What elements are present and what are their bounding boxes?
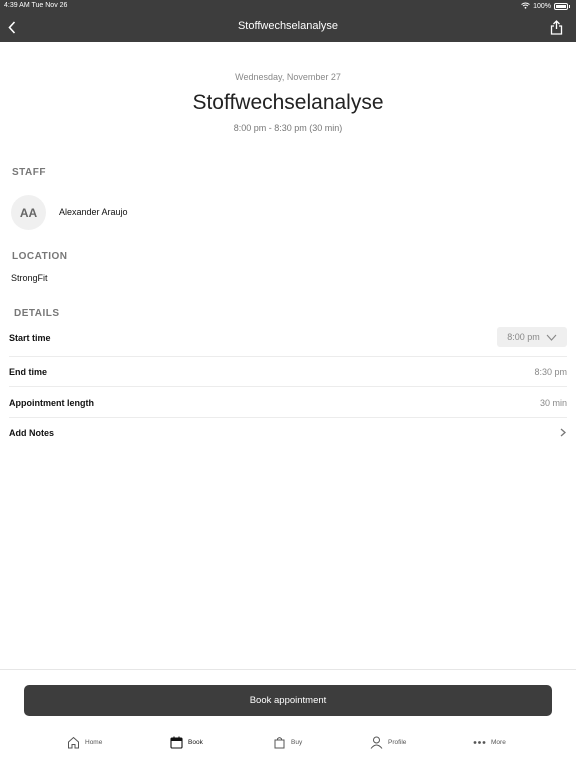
nav-title: Stoffwechselanalyse	[237, 20, 339, 32]
tab-more-label: More	[491, 739, 506, 746]
appointment-title: Stoffwechselanalyse	[192, 91, 384, 114]
start-time-value: 8:00 pm	[507, 332, 540, 342]
appointment-date: Wednesday, November 27	[235, 72, 341, 82]
staff-name: Alexander Araujo	[59, 207, 128, 217]
avatar: AA	[11, 195, 46, 230]
battery-tip	[569, 5, 570, 8]
nav-bar: Stoffwechselanalyse	[0, 12, 576, 42]
status-bar: 4:39 AM Tue Nov 26 100%	[0, 0, 576, 12]
tab-profile[interactable]: Profile	[370, 736, 406, 749]
calendar-icon	[170, 736, 183, 749]
appointment-length-label: Appointment length	[9, 398, 94, 408]
chevron-down-icon	[546, 334, 557, 341]
more-icon	[473, 741, 486, 744]
wifi-icon	[521, 2, 530, 11]
tab-book[interactable]: Book	[170, 736, 203, 749]
battery-percent: 100%	[533, 3, 551, 10]
bottom-divider	[0, 669, 576, 670]
appointment-length-value: 30 min	[539, 398, 567, 408]
chevron-right-icon	[560, 428, 566, 437]
staff-heading: STAFF	[12, 167, 46, 178]
book-appointment-button[interactable]: Book appointment	[24, 685, 552, 716]
end-time-label: End time	[9, 367, 48, 377]
tab-home[interactable]: Home	[67, 736, 102, 749]
tab-book-label: Book	[188, 739, 203, 746]
start-time-picker[interactable]: 8:00 pm	[497, 327, 567, 347]
add-notes-row[interactable]: Add Notes	[9, 418, 567, 448]
details-heading: DETAILS	[14, 308, 60, 319]
tab-buy[interactable]: Buy	[273, 736, 302, 749]
bag-icon	[274, 737, 285, 749]
appointment-timespan: 8:00 pm - 8:30 pm (30 min)	[233, 123, 343, 133]
status-indicators: 100%	[521, 2, 570, 11]
share-icon	[550, 19, 562, 35]
battery-icon	[554, 3, 568, 10]
home-icon	[68, 736, 79, 749]
end-time-row: End time 8:30 pm	[9, 357, 567, 387]
location-name: StrongFit	[11, 273, 48, 283]
tab-profile-label: Profile	[388, 739, 407, 746]
add-notes-label: Add Notes	[9, 428, 54, 438]
share-button[interactable]	[548, 18, 564, 36]
tab-home-label: Home	[85, 739, 103, 746]
tab-bar: Home Book Buy Profile More	[0, 732, 576, 760]
start-time-label: Start time	[9, 333, 51, 343]
end-time-value: 8:30 pm	[534, 367, 567, 377]
location-heading: LOCATION	[12, 251, 68, 262]
person-icon	[370, 736, 383, 749]
status-time: 4:39 AM Tue Nov 26	[4, 2, 68, 9]
tab-more[interactable]: More	[473, 736, 506, 749]
start-time-row: Start time 8:00 pm	[9, 327, 567, 357]
tab-buy-label: Buy	[291, 739, 303, 746]
appointment-length-row: Appointment length 30 min	[9, 388, 567, 418]
